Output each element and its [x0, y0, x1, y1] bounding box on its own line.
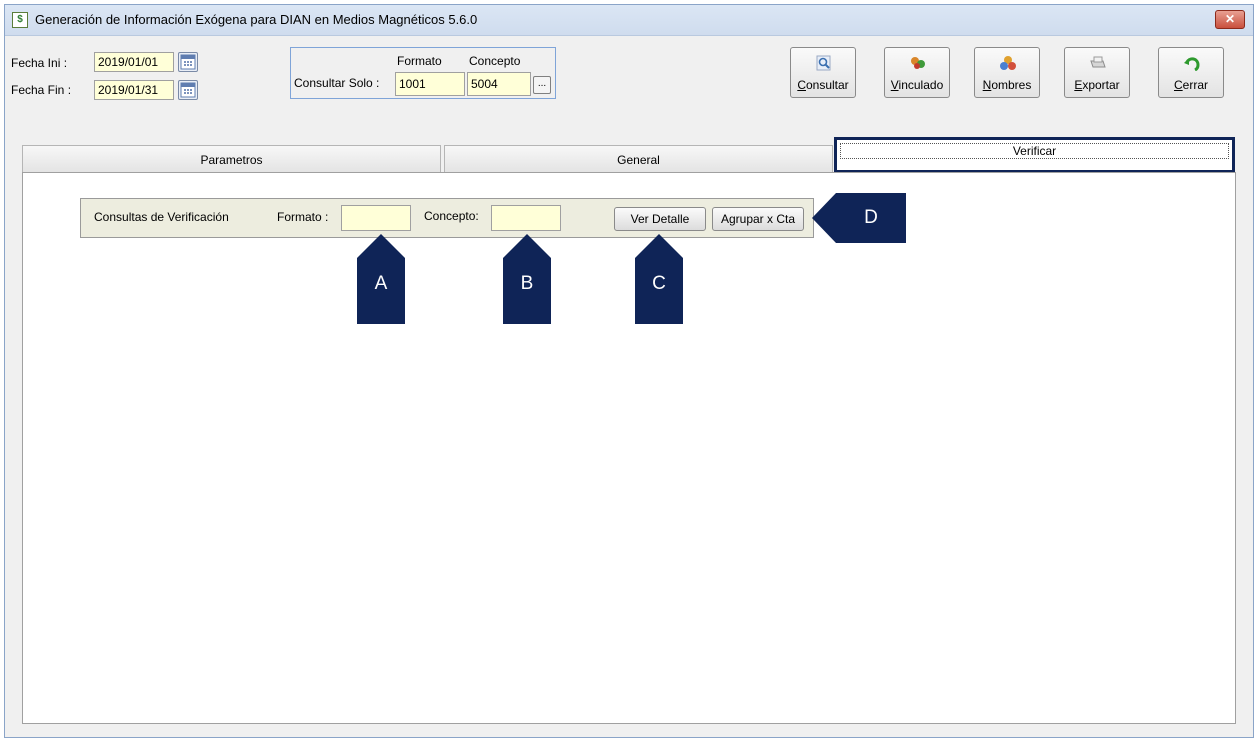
exportar-label: Exportar	[1074, 78, 1120, 92]
link-people-icon	[911, 57, 925, 69]
vinculado-button[interactable]: Vinculado	[884, 47, 950, 98]
callout-c: C	[635, 234, 683, 324]
exportar-button[interactable]: Exportar	[1064, 47, 1130, 98]
tab-verificar[interactable]: Verificar	[834, 137, 1235, 173]
close-window-button[interactable]: ✕	[1215, 10, 1245, 29]
fecha-ini-calendar-button[interactable]	[178, 52, 198, 72]
search-icon	[816, 55, 831, 71]
names-icon	[1000, 56, 1016, 70]
concepto-lookup-button[interactable]: ...	[533, 76, 551, 94]
agrupar-x-cta-button[interactable]: Agrupar x Cta	[712, 207, 804, 231]
formato-header: Formato	[397, 54, 442, 68]
verificacion-label: Consultas de Verificación	[94, 210, 229, 224]
consultar-solo-group: Formato Concepto Consultar Solo : 1001 5…	[290, 47, 556, 99]
verification-toolbar: Consultas de Verificación Formato : Conc…	[80, 198, 814, 238]
verificar-panel	[22, 172, 1236, 724]
nombres-label: Nombres	[982, 78, 1032, 92]
verif-formato-label: Formato :	[277, 210, 329, 224]
app-logo-icon: $	[12, 12, 28, 28]
fecha-fin-calendar-button[interactable]	[178, 80, 198, 100]
vinculado-label: Vinculado	[890, 78, 944, 92]
calendar-icon	[180, 82, 196, 98]
consultar-concepto-input[interactable]: 5004	[467, 72, 531, 96]
verif-concepto-input[interactable]	[491, 205, 561, 231]
fecha-ini-label: Fecha Ini :	[11, 56, 68, 70]
tab-parametros[interactable]: Parametros	[22, 145, 441, 173]
cerrar-label: Cerrar	[1173, 78, 1208, 92]
tab-general[interactable]: General	[444, 145, 833, 173]
export-icon	[1090, 56, 1106, 68]
callout-a: A	[357, 234, 405, 324]
callout-d: D	[812, 193, 906, 243]
ver-detalle-button[interactable]: Ver Detalle	[614, 207, 706, 231]
tab-verificar-label: Verificar	[840, 143, 1229, 159]
nombres-button[interactable]: Nombres	[974, 47, 1040, 98]
callout-b: B	[503, 234, 551, 324]
consultar-button[interactable]: Consultar	[790, 47, 856, 98]
consultar-formato-input[interactable]: 1001	[395, 72, 465, 96]
title-bar: $ Generación de Información Exógena para…	[5, 5, 1253, 36]
fecha-fin-input[interactable]: 2019/01/31	[94, 80, 174, 100]
fecha-ini-input[interactable]: 2019/01/01	[94, 52, 174, 72]
verif-formato-input[interactable]	[341, 205, 411, 231]
fecha-fin-label: Fecha Fin :	[11, 83, 72, 97]
calendar-icon	[180, 54, 196, 70]
verif-concepto-label: Concepto:	[424, 209, 479, 223]
cerrar-button[interactable]: Cerrar	[1158, 47, 1224, 98]
consultar-solo-label: Consultar Solo :	[294, 76, 380, 90]
concepto-header: Concepto	[469, 54, 521, 68]
window-title: Generación de Información Exógena para D…	[35, 12, 478, 27]
undo-arrow-icon	[1184, 57, 1200, 71]
consultar-label: Consultar	[797, 78, 849, 92]
